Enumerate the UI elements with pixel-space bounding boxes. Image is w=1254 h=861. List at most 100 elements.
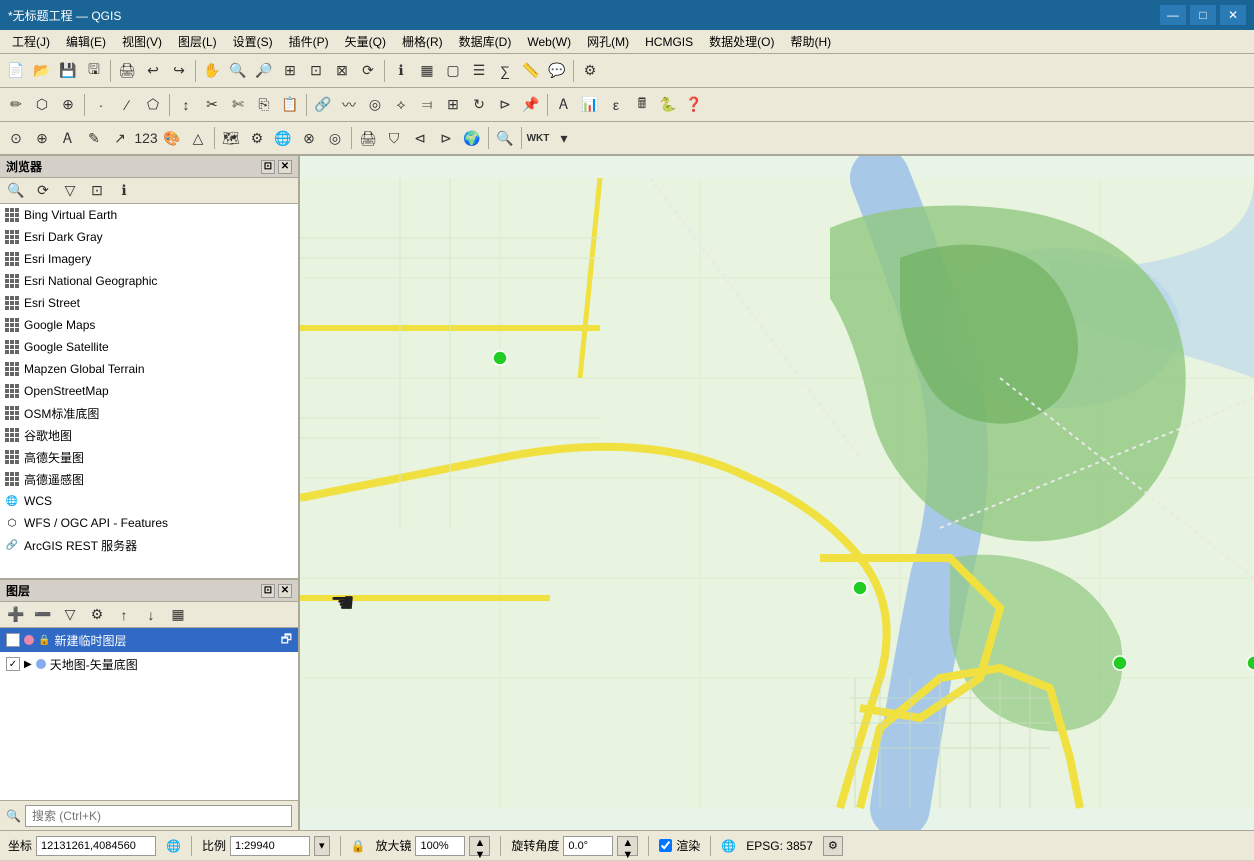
select-btn[interactable]: ▦ bbox=[415, 59, 439, 83]
terrain-btn[interactable]: ◎ bbox=[323, 126, 347, 150]
browser-options-btn[interactable]: ℹ bbox=[112, 179, 136, 203]
browser-refresh-btn[interactable]: ⟳ bbox=[31, 179, 55, 203]
layer-options-btn[interactable]: ⚙ bbox=[85, 603, 109, 627]
atlas-btn[interactable]: ⚙ bbox=[245, 126, 269, 150]
cut-btn[interactable]: ✄ bbox=[226, 93, 250, 117]
gps-btn[interactable]: ⊕ bbox=[30, 126, 54, 150]
browser-item-8[interactable]: OpenStreetMap bbox=[0, 380, 298, 402]
pan-btn[interactable]: ✋ bbox=[200, 59, 224, 83]
browser-item-6[interactable]: Google Satellite bbox=[0, 336, 298, 358]
browser-item-4[interactable]: Esri Street bbox=[0, 292, 298, 314]
zoom-prev-btn[interactable]: ⊲ bbox=[408, 126, 432, 150]
coords-input[interactable] bbox=[36, 836, 156, 856]
search-input[interactable] bbox=[25, 805, 292, 827]
layer-item-1[interactable]: ✓▶天地图-矢量底图 bbox=[0, 652, 298, 676]
browser-item-2[interactable]: Esri Imagery bbox=[0, 248, 298, 270]
layer-item-0[interactable]: ✓🔒新建临时图层🗗 bbox=[0, 628, 298, 652]
browser-item-13[interactable]: 🌐WCS bbox=[0, 490, 298, 512]
split-btn[interactable]: ⫤ bbox=[415, 93, 439, 117]
menu-processing[interactable]: 数据处理(O) bbox=[701, 31, 782, 52]
browser-item-15[interactable]: 🔗ArcGIS REST 服务器 bbox=[0, 534, 298, 556]
render-checkbox[interactable] bbox=[659, 839, 672, 852]
browser-item-12[interactable]: 高德遥感图 bbox=[0, 468, 298, 490]
browser-float-btn[interactable]: ⊡ bbox=[261, 160, 275, 174]
merge-btn[interactable]: ⊞ bbox=[441, 93, 465, 117]
target-btn[interactable]: ⊙ bbox=[4, 126, 28, 150]
zoom-full-btn[interactable]: ⊞ bbox=[278, 59, 302, 83]
add-layer-btn[interactable]: ➕ bbox=[4, 603, 28, 627]
measure-btn[interactable]: 📏 bbox=[519, 59, 543, 83]
globe-btn[interactable]: 🌐 bbox=[271, 126, 295, 150]
globe-view-btn[interactable]: 🌍 bbox=[460, 126, 484, 150]
scale-input[interactable] bbox=[230, 836, 310, 856]
annot-btn[interactable]: ✎ bbox=[82, 126, 106, 150]
browser-item-11[interactable]: 高德矢量图 bbox=[0, 446, 298, 468]
identify-btn[interactable]: ℹ bbox=[389, 59, 413, 83]
rotation-spin-btn[interactable]: ▲▼ bbox=[617, 836, 638, 856]
deselect-btn[interactable]: ▢ bbox=[441, 59, 465, 83]
text-btn[interactable]: Ꭺ bbox=[56, 126, 80, 150]
layer-check-1[interactable]: ✓ bbox=[6, 657, 20, 671]
zoom-selection-btn[interactable]: ⊠ bbox=[330, 59, 354, 83]
vertex-btn[interactable]: ⊕ bbox=[56, 93, 80, 117]
search2-btn[interactable]: 🔍 bbox=[493, 126, 517, 150]
rotate-point-btn[interactable]: ↻ bbox=[467, 93, 491, 117]
add-line-btn[interactable]: ∕ bbox=[115, 93, 139, 117]
layer-check-0[interactable]: ✓ bbox=[6, 633, 20, 647]
expression-btn[interactable]: ε bbox=[604, 93, 628, 117]
close-button[interactable]: ✕ bbox=[1220, 5, 1246, 25]
menu-mesh[interactable]: 网孔(M) bbox=[579, 31, 637, 52]
menu-help[interactable]: 帮助(H) bbox=[782, 31, 839, 52]
browser-filter-btn[interactable]: ▽ bbox=[58, 179, 82, 203]
browser-item-3[interactable]: Esri National Geographic bbox=[0, 270, 298, 292]
refresh-btn[interactable]: ⟳ bbox=[356, 59, 380, 83]
browser-close-btn[interactable]: ✕ bbox=[278, 160, 292, 174]
browser-item-7[interactable]: Mapzen Global Terrain bbox=[0, 358, 298, 380]
reshape-btn[interactable]: ⟡ bbox=[389, 93, 413, 117]
color-btn[interactable]: 🎨 bbox=[160, 126, 184, 150]
save-as-btn[interactable]: 🖫 bbox=[82, 59, 106, 83]
menu-edit[interactable]: 编辑(E) bbox=[58, 31, 114, 52]
layer-min-btn-0[interactable]: 🗗 bbox=[281, 630, 292, 651]
arrow-btn[interactable]: ↗ bbox=[108, 126, 132, 150]
wkt-btn[interactable]: WKT bbox=[526, 126, 550, 150]
map-area[interactable]: ☚ bbox=[300, 156, 1254, 830]
ring-btn[interactable]: ◎ bbox=[363, 93, 387, 117]
new-project-btn[interactable]: 📄 bbox=[4, 59, 28, 83]
move-feature-btn[interactable]: ↕ bbox=[174, 93, 198, 117]
undo-btn[interactable]: ↩ bbox=[141, 59, 165, 83]
digitize-btn[interactable]: ✏ bbox=[4, 93, 28, 117]
menu-hcmgis[interactable]: HCMGIS bbox=[637, 33, 701, 51]
layers-close-btn[interactable]: ✕ bbox=[278, 584, 292, 598]
paste-btn[interactable]: 📋 bbox=[278, 93, 302, 117]
menu-settings[interactable]: 设置(S) bbox=[225, 31, 281, 52]
node-btn[interactable]: ⬡ bbox=[30, 93, 54, 117]
redo-btn[interactable]: ↪ bbox=[167, 59, 191, 83]
bookmark-btn[interactable]: ⛉ bbox=[382, 126, 406, 150]
menu-layer[interactable]: 图层(L) bbox=[170, 31, 225, 52]
add-point-btn[interactable]: · bbox=[89, 93, 113, 117]
zoom-input[interactable] bbox=[415, 836, 465, 856]
open-table-btn[interactable]: ☰ bbox=[467, 59, 491, 83]
menu-vector[interactable]: 矢量(Q) bbox=[337, 31, 394, 52]
save-project-btn[interactable]: 💾 bbox=[56, 59, 80, 83]
minimize-button[interactable]: — bbox=[1160, 5, 1186, 25]
menu-web[interactable]: Web(W) bbox=[519, 33, 579, 51]
help-btn2[interactable]: ❓ bbox=[682, 93, 706, 117]
browser-item-10[interactable]: 谷歌地图 bbox=[0, 424, 298, 446]
rotation-input[interactable] bbox=[563, 836, 613, 856]
browser-item-0[interactable]: Bing Virtual Earth bbox=[0, 204, 298, 226]
move-down-btn[interactable]: ↓ bbox=[139, 603, 163, 627]
field-calc-btn[interactable]: 🖩 bbox=[630, 93, 654, 117]
menu-project[interactable]: 工程(J) bbox=[4, 31, 58, 52]
add-polygon-btn[interactable]: ⬠ bbox=[141, 93, 165, 117]
maximize-button[interactable]: □ bbox=[1190, 5, 1216, 25]
browser-item-5[interactable]: Google Maps bbox=[0, 314, 298, 336]
zoom-spin-btn[interactable]: ▲▼ bbox=[469, 836, 490, 856]
zoom-next-btn[interactable]: ⊳ bbox=[434, 126, 458, 150]
settings-btn[interactable]: ⚙ bbox=[578, 59, 602, 83]
menu-plugins[interactable]: 插件(P) bbox=[281, 31, 337, 52]
epsg-btn[interactable]: ⚙ bbox=[823, 836, 843, 856]
trace-btn[interactable]: 〰 bbox=[337, 93, 361, 117]
wkt-arrow-btn[interactable]: ▾ bbox=[552, 126, 576, 150]
